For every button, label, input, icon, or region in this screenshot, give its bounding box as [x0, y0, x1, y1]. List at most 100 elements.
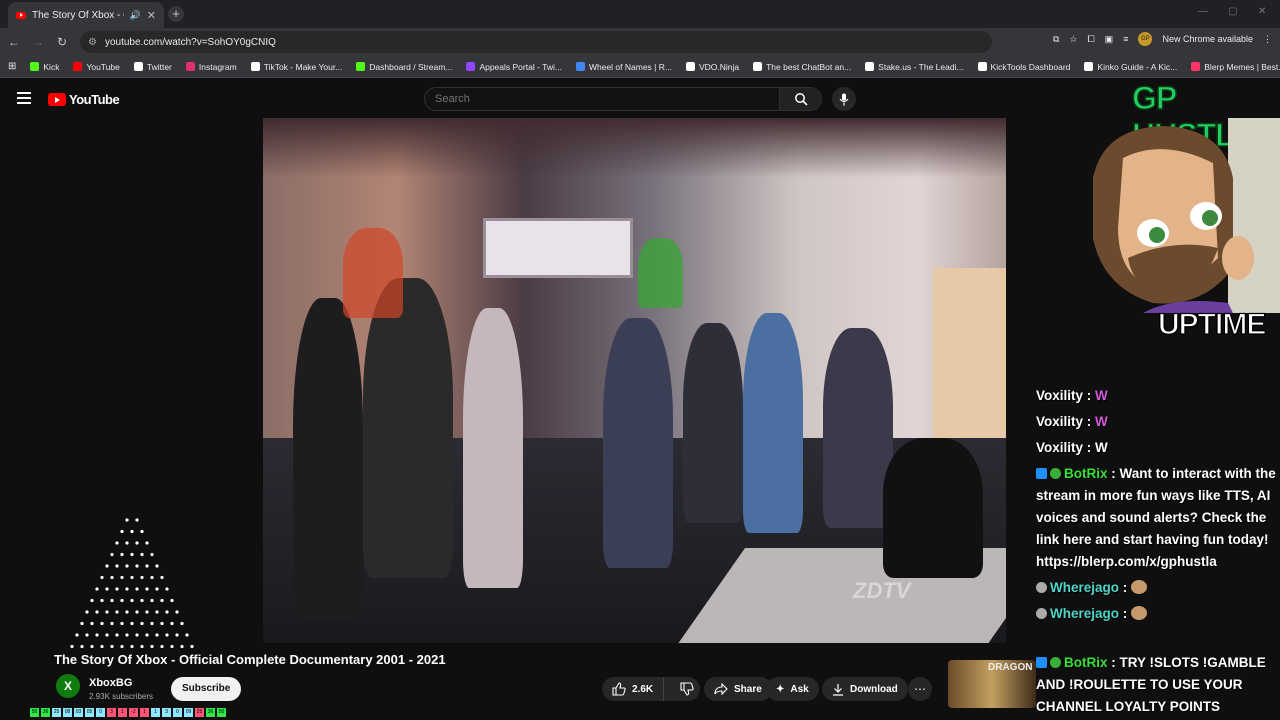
ticker-cell: -2 [129, 708, 138, 717]
pyramid-dot [165, 633, 169, 637]
minimize-icon[interactable]: — [1198, 6, 1208, 17]
chat-username: BotRix [1064, 655, 1108, 670]
hamburger-menu-icon[interactable] [17, 92, 31, 107]
maximize-icon[interactable]: ▢ [1228, 6, 1237, 17]
pyramid-dot [180, 621, 184, 626]
profile-avatar[interactable]: GP [1138, 32, 1153, 46]
chat-username: Voxility [1036, 440, 1084, 455]
stream-chat-bottom-message: BotRix : TRY !SLOTS !GAMBLE AND !ROULETT… [1036, 655, 1266, 714]
suggested-video-thumbnail[interactable]: DRAGON [948, 660, 1036, 708]
media-icon[interactable]: ≡ [1123, 34, 1128, 44]
chat-badge-icon [1036, 582, 1047, 593]
pyramid-dot [120, 598, 124, 603]
bookmark-item[interactable]: The best ChatBot an... [753, 62, 851, 72]
extensions-icon[interactable]: ⧠ [1087, 34, 1094, 45]
address-bar[interactable]: ⚙ youtube.com/watch?v=SohOY0gCNIQ [80, 31, 992, 53]
pyramid-dot [185, 633, 189, 637]
bookmark-item[interactable]: Instagram [185, 62, 237, 72]
pyramid-dot [115, 541, 119, 545]
pyramid-dot [150, 575, 154, 580]
download-button[interactable]: Download [822, 677, 908, 701]
verified-icon [1050, 657, 1061, 668]
bookmark-item[interactable]: Kick [30, 62, 59, 72]
chat-badge-icon [1036, 657, 1047, 668]
bookmark-item[interactable]: Stake.us - The Leadi... [865, 61, 964, 72]
browser-tab[interactable]: The Story Of Xbox - Official 🔊 ✕ [8, 2, 164, 28]
apps-grid-icon[interactable]: ⊞ [8, 61, 16, 72]
pyramid-dot [150, 598, 154, 603]
video-person [683, 323, 743, 523]
back-icon[interactable]: ← [2, 35, 26, 49]
bookmark-item[interactable]: Kinko Guide - A Kic... [1084, 62, 1177, 72]
bookmark-star-icon[interactable]: ☆ [1069, 34, 1077, 45]
pyramid-dot [175, 633, 179, 637]
ticker-cell: 25 [52, 708, 61, 717]
more-actions-button[interactable]: ⋯ [908, 677, 932, 701]
pyramid-dot [115, 633, 119, 637]
channel-name[interactable]: XboxBG [89, 677, 132, 689]
ticker-cell: 0 [96, 708, 105, 717]
bookmark-item[interactable]: Blerp Memes | Best... [1191, 62, 1280, 72]
pyramid-dot [120, 575, 124, 580]
pyramid-dot [140, 552, 144, 557]
bookmark-item[interactable]: Dashboard / Stream... [356, 62, 452, 72]
microphone-icon [839, 93, 849, 105]
browser-toolbar: ← → ↻ ⚙ youtube.com/watch?v=SohOY0gCNIQ … [0, 28, 1280, 56]
bookmark-item[interactable]: Wheel of Names | R... [575, 62, 672, 72]
voice-search-button[interactable] [832, 87, 856, 111]
bookmark-item[interactable]: KickTools Dashboard [977, 62, 1070, 72]
pyramid-dot [145, 541, 149, 545]
pyramid-dot [130, 621, 134, 626]
share-button[interactable]: Share [704, 677, 772, 701]
channel-avatar[interactable]: X [56, 674, 80, 698]
chrome-update-label[interactable]: New Chrome available [1162, 34, 1253, 44]
pyramid-dot [170, 644, 174, 649]
pyramid-dot [105, 587, 109, 591]
forward-icon[interactable]: → [26, 35, 50, 49]
monkey-emote-icon [1131, 606, 1148, 620]
ticker-cell: 50 [217, 708, 226, 717]
bookmark-item[interactable]: Appeals Portal - Twi... [466, 62, 562, 72]
pyramid-dot [125, 587, 129, 591]
dislike-button[interactable] [670, 682, 704, 696]
chat-message-line: BotRix : Want to interact with the strea… [1036, 466, 1276, 569]
bookmark-label: The best ChatBot an... [766, 61, 852, 72]
pyramid-dot [125, 541, 129, 545]
bookmark-item[interactable]: YouTube [73, 62, 120, 72]
video-scene-window [483, 218, 633, 278]
ask-button[interactable]: ✦ Ask [766, 677, 819, 701]
youtube-header: YouTube [0, 78, 1280, 120]
bookmark-favicon-icon [753, 62, 763, 71]
search-input[interactable] [425, 93, 779, 105]
close-tab-icon[interactable]: ✕ [147, 9, 156, 22]
video-player[interactable]: ZDTV [263, 118, 1006, 643]
sidepanel-icon[interactable]: ▣ [1105, 34, 1114, 45]
video-person [743, 313, 803, 533]
chat-badge-icon [1036, 468, 1047, 479]
site-info-icon[interactable]: ⚙ [88, 37, 97, 48]
speaker-icon[interactable]: 🔊 [130, 10, 141, 21]
bookmark-item[interactable]: TikTok - Make Your... [250, 62, 342, 72]
menu-icon[interactable]: ⋮ [1263, 34, 1272, 45]
ticker-cell: 08 [63, 708, 72, 717]
like-button[interactable]: 2.6K [602, 677, 665, 701]
video-sign [343, 228, 403, 318]
verified-icon [1050, 468, 1061, 479]
bookmark-label: Stake.us - The Leadi... [878, 61, 964, 72]
youtube-logo[interactable]: YouTube [48, 92, 120, 107]
pyramid-dot [125, 518, 129, 522]
close-window-icon[interactable]: ✕ [1258, 6, 1266, 17]
bookmark-item[interactable]: VDO.Ninja [685, 62, 739, 72]
bookmark-item[interactable]: Twitter [133, 62, 172, 72]
pyramid-dot [140, 598, 144, 603]
reload-icon[interactable]: ↻ [50, 35, 74, 49]
subscribe-button[interactable]: Subscribe [171, 677, 242, 701]
install-icon[interactable]: ⧉ [1053, 34, 1059, 45]
search-button[interactable] [779, 88, 821, 110]
pyramid-dot [155, 610, 159, 614]
pyramid-dot [135, 587, 139, 591]
pyramid-dot [105, 633, 109, 637]
chat-message: Want to interact with the stream in more… [1036, 466, 1276, 569]
pyramid-dot [90, 644, 94, 649]
new-tab-button[interactable]: + [168, 6, 184, 22]
